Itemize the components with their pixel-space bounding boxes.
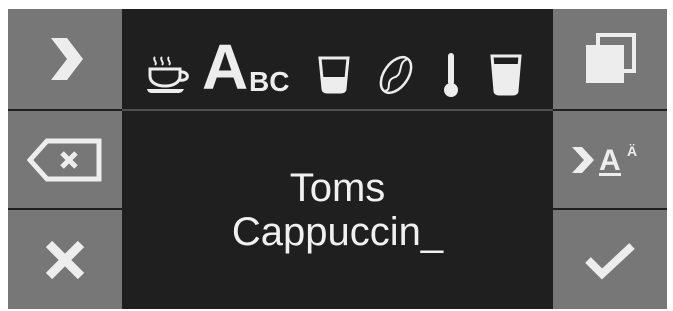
entry-line-1: Toms xyxy=(289,166,386,210)
chevron-right-icon xyxy=(51,38,83,80)
text-name-icon-small: BC xyxy=(249,66,290,97)
close-x-icon xyxy=(45,240,85,279)
coffee-bean-icon xyxy=(379,55,413,95)
entry-line-2: Cappuccin_ xyxy=(231,210,444,254)
name-entry-text: Toms Cappuccin_ xyxy=(122,111,553,309)
confirm-button[interactable] xyxy=(553,210,667,309)
right-button-column: A Ä xyxy=(553,9,667,309)
left-button-column xyxy=(8,9,122,309)
display-screen: A BC Toms Cappuccin_ xyxy=(122,9,553,309)
icon-bar: A BC xyxy=(122,9,553,109)
accent-letter-A: A xyxy=(599,144,621,177)
coffee-machine-display: A BC Toms Cappuccin_ A Ä xyxy=(8,9,667,309)
copy-button[interactable] xyxy=(553,9,667,109)
thermometer-icon xyxy=(444,53,458,97)
glass-large-icon xyxy=(490,54,522,96)
copy-stack-icon xyxy=(586,33,636,83)
accent-letter-A-umlaut: Ä xyxy=(627,143,637,159)
text-name-icon-big: A xyxy=(202,31,249,103)
next-button[interactable] xyxy=(8,9,122,109)
cup-icon xyxy=(147,56,189,93)
chevron-right-accent-letter-icon: A Ä xyxy=(572,143,637,177)
next-character-set-button[interactable]: A Ä xyxy=(553,111,667,208)
cancel-button[interactable] xyxy=(8,210,122,309)
glass-small-icon xyxy=(318,56,350,94)
backspace-icon xyxy=(27,138,102,181)
checkmark-icon xyxy=(585,242,635,280)
backspace-button[interactable] xyxy=(8,111,122,208)
